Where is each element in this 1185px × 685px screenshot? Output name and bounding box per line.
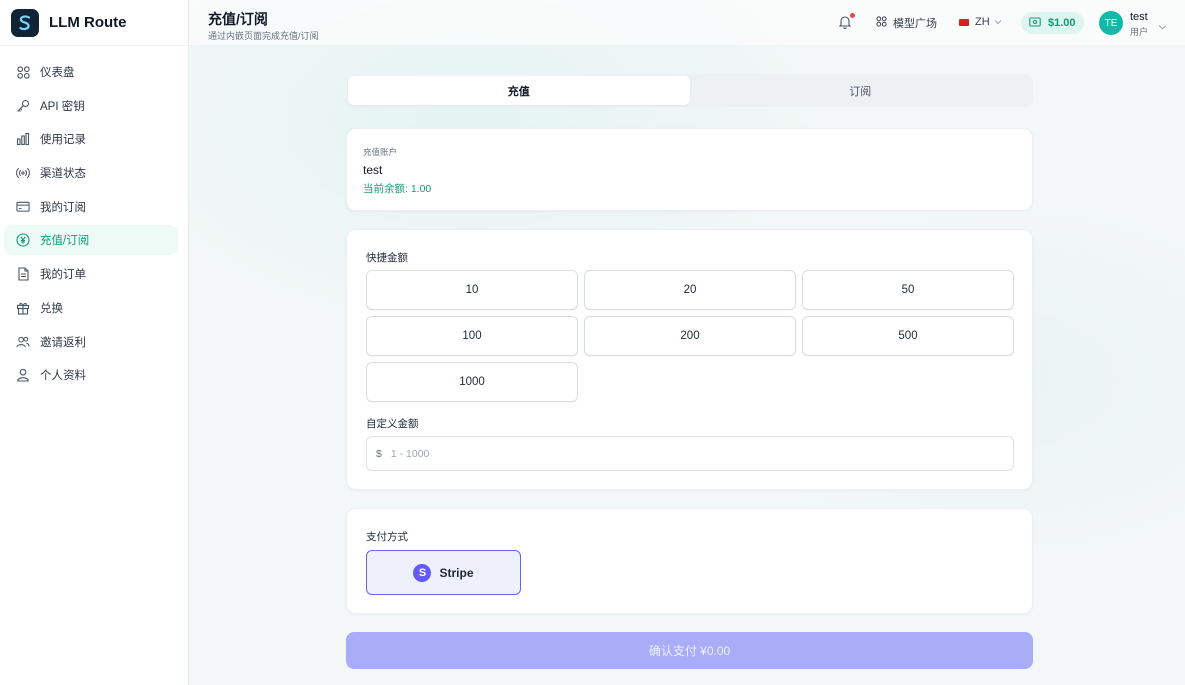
sidebar-item-redeem[interactable]: 兑换 xyxy=(4,293,178,323)
amount-option-button[interactable]: 200 xyxy=(584,316,796,356)
sidebar-item-label: 使用记录 xyxy=(40,134,86,147)
account-caption: 充值账户 xyxy=(363,147,398,157)
sidebar-item-referral[interactable]: 邀请返利 xyxy=(4,327,178,357)
amount-option-button[interactable]: 100 xyxy=(366,316,578,356)
sidebar-item-channel-status[interactable]: 渠道状态 xyxy=(4,158,178,188)
signal-icon xyxy=(16,166,30,180)
sidebar: LLM Route 仪表盘 API 密钥 使用记录 渠道状态 我的订阅 充值/订… xyxy=(0,0,189,685)
document-icon xyxy=(16,267,30,281)
amount-card: 快捷金额 10 20 50 100 200 500 1000 自定义金额 $ xyxy=(346,229,1033,490)
chevron-down-icon xyxy=(994,16,1002,28)
amount-option-button[interactable]: 500 xyxy=(802,316,1014,356)
sidebar-item-dashboard[interactable]: 仪表盘 xyxy=(4,57,178,87)
main-content: 充值/订阅 通过内嵌页面完成充值/订阅 模型广场 ZH $1.00 TE tes… xyxy=(189,0,1185,685)
llm-route-logo-icon xyxy=(11,8,39,37)
user-role: 用户 xyxy=(1130,27,1149,37)
wallet-icon xyxy=(1029,16,1041,30)
sidebar-item-profile[interactable]: 个人资料 xyxy=(4,360,178,390)
model-market-label: 模型广场 xyxy=(893,18,937,30)
page-subtitle: 通过内嵌页面完成充值/订阅 xyxy=(208,31,319,41)
users-icon xyxy=(16,335,30,349)
brand[interactable]: LLM Route xyxy=(0,0,188,46)
custom-amount-input[interactable] xyxy=(390,447,991,460)
card-icon xyxy=(16,200,30,214)
yen-icon xyxy=(16,233,30,247)
sidebar-item-label: 我的订阅 xyxy=(40,201,86,214)
balance-amount: $1.00 xyxy=(1048,17,1076,29)
notification-bell-icon[interactable] xyxy=(838,13,855,29)
apps-grid-icon xyxy=(876,16,887,30)
bar-chart-icon xyxy=(16,132,30,146)
tab-recharge[interactable]: 充值 xyxy=(348,76,690,105)
amount-option-button[interactable]: 50 xyxy=(802,270,1014,310)
quick-amount-label: 快捷金额 xyxy=(366,252,408,264)
tab-subscribe[interactable]: 订阅 xyxy=(690,76,1032,105)
sidebar-item-label: 个人资料 xyxy=(40,370,86,383)
sidebar-item-label: 仪表盘 xyxy=(40,67,75,79)
sidebar-item-api-keys[interactable]: API 密钥 xyxy=(4,91,178,121)
stripe-payment-button[interactable]: S Stripe xyxy=(366,550,521,595)
stripe-label: Stripe xyxy=(439,565,474,580)
amount-option-button[interactable]: 1000 xyxy=(366,362,578,402)
stripe-icon: S xyxy=(413,563,432,582)
grid-icon xyxy=(16,65,30,79)
sidebar-item-label: 渠道状态 xyxy=(40,168,86,181)
sidebar-item-label: 我的订单 xyxy=(40,269,86,282)
balance-badge[interactable]: $1.00 xyxy=(1021,12,1084,34)
amount-option-button[interactable]: 10 xyxy=(366,270,578,310)
sidebar-item-orders[interactable]: 我的订单 xyxy=(4,259,178,289)
page-title: 充值/订阅 xyxy=(208,11,268,27)
sidebar-item-label: 兑换 xyxy=(40,302,63,315)
sidebar-item-label: API 密钥 xyxy=(40,100,85,113)
avatar[interactable]: TE xyxy=(1099,11,1123,35)
language-selector[interactable]: ZH xyxy=(959,16,1002,28)
sidebar-item-label: 邀请返利 xyxy=(40,336,86,349)
currency-symbol: $ xyxy=(376,447,382,460)
account-card: 充值账户 test 当前余额: 1.00 xyxy=(346,128,1033,211)
payment-method-label: 支付方式 xyxy=(366,531,408,543)
sidebar-item-subscriptions[interactable]: 我的订阅 xyxy=(4,192,178,222)
china-flag-icon xyxy=(959,18,969,26)
user-name[interactable]: test xyxy=(1130,11,1148,23)
sidebar-item-usage[interactable]: 使用记录 xyxy=(4,124,178,154)
confirm-payment-button[interactable]: 确认支付 ¥0.00 xyxy=(346,632,1033,669)
sidebar-item-recharge[interactable]: 充值/订阅 xyxy=(4,225,178,256)
payment-card: 支付方式 S Stripe xyxy=(346,508,1033,614)
sidebar-item-label: 充值/订阅 xyxy=(40,235,90,248)
recharge-tabs: 充值 订阅 xyxy=(346,74,1033,107)
current-balance: 当前余额: 1.00 xyxy=(363,183,432,195)
notification-dot xyxy=(850,13,855,18)
amount-option-button[interactable]: 20 xyxy=(584,270,796,310)
custom-amount-label: 自定义金额 xyxy=(366,418,419,430)
topbar: 充值/订阅 通过内嵌页面完成充值/订阅 模型广场 ZH $1.00 TE tes… xyxy=(189,0,1185,46)
chevron-down-icon[interactable] xyxy=(1158,17,1167,35)
gift-icon xyxy=(16,301,30,315)
language-label: ZH xyxy=(975,16,990,28)
account-username: test xyxy=(363,163,383,177)
sidebar-nav: 仪表盘 API 密钥 使用记录 渠道状态 我的订阅 充值/订阅 我的订单 兑换 … xyxy=(0,46,188,390)
model-market-link[interactable]: 模型广场 xyxy=(876,15,937,31)
brand-name: LLM Route xyxy=(49,14,127,31)
user-icon xyxy=(16,368,30,382)
key-icon xyxy=(16,99,30,113)
custom-amount-field[interactable]: $ xyxy=(366,436,1014,471)
